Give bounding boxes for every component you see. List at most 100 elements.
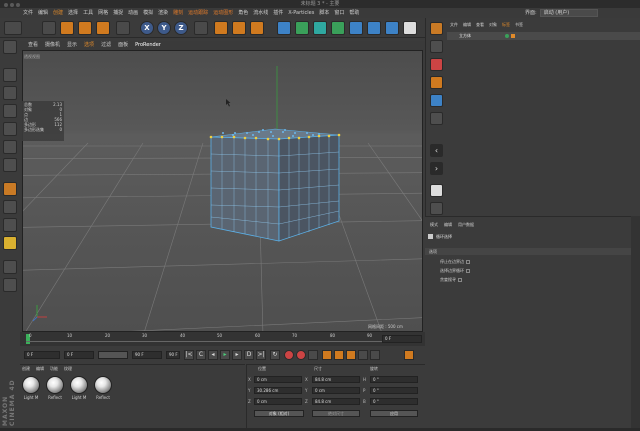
edges-mode-icon[interactable]: [3, 140, 17, 154]
mat-menu-function[interactable]: 功能: [50, 366, 58, 372]
loop-icon[interactable]: ↻: [270, 350, 280, 360]
menu-sculpt[interactable]: 雕刻: [173, 8, 183, 18]
menu-xparticles[interactable]: X-Particles: [288, 8, 314, 18]
rotation-h-field[interactable]: 0 °: [370, 376, 418, 383]
vp-menu-prorender[interactable]: ProRender: [135, 41, 161, 50]
live-selection-icon[interactable]: [42, 21, 56, 35]
timeline-ruler[interactable]: 0 10 20 30 40 50 60 70 80 90 0 F: [20, 332, 425, 346]
x-axis-lock-icon[interactable]: X: [140, 21, 154, 35]
obj-menu-tags[interactable]: 标签: [502, 22, 510, 28]
grid-icon[interactable]: [430, 202, 443, 215]
options-section[interactable]: 选项: [425, 248, 640, 255]
current-frame-field[interactable]: 0 F: [24, 351, 60, 359]
menu-file[interactable]: 文件: [23, 8, 33, 18]
render-picture-viewer-icon[interactable]: [232, 21, 246, 35]
material-swatch[interactable]: Reflect: [44, 376, 66, 406]
vp-menu-options[interactable]: 选项: [84, 41, 94, 50]
layout-dropdown[interactable]: 启动 (用户): [539, 9, 598, 17]
menu-select[interactable]: 选择: [68, 8, 78, 18]
vp-menu-cameras[interactable]: 摄像机: [45, 41, 60, 50]
attr-menu-userdata[interactable]: 用户数据: [458, 222, 474, 228]
spline-icon[interactable]: [349, 21, 363, 35]
tool-icon[interactable]: [430, 40, 443, 53]
vp-menu-filter[interactable]: 过滤: [101, 41, 111, 50]
coord-mode-dropdown[interactable]: 对象 (相对): [254, 410, 304, 417]
menu-animate[interactable]: 动画: [128, 8, 138, 18]
snap-icon[interactable]: [3, 236, 17, 250]
menu-render[interactable]: 渲染: [158, 8, 168, 18]
size-mode-dropdown[interactable]: 绝对尺寸: [312, 410, 360, 417]
obj-menu-file[interactable]: 文件: [450, 22, 458, 28]
keyframe-selection-icon[interactable]: [308, 350, 318, 360]
goto-end-icon[interactable]: >|: [256, 350, 266, 360]
undo-icon[interactable]: [4, 21, 22, 35]
effector-icon[interactable]: [331, 21, 345, 35]
menu-motion-tracking[interactable]: 运动跟踪: [188, 8, 208, 18]
key-scale-icon[interactable]: [334, 350, 344, 360]
checkbox[interactable]: [458, 278, 462, 282]
record-icon[interactable]: [284, 350, 294, 360]
position-y-field[interactable]: 30.286 cm: [254, 387, 302, 394]
move-icon[interactable]: [60, 21, 74, 35]
material-swatch[interactable]: Light M: [20, 376, 42, 406]
menu-character[interactable]: 角色: [238, 8, 248, 18]
position-x-field[interactable]: 0 cm: [254, 376, 302, 383]
obj-menu-objects[interactable]: 对象: [489, 22, 497, 28]
play-icon[interactable]: ▸: [220, 350, 230, 360]
menu-tools[interactable]: 工具: [83, 8, 93, 18]
object-row-cube[interactable]: 立方体: [447, 32, 640, 40]
mat-menu-texture[interactable]: 纹理: [64, 366, 72, 372]
camera-icon[interactable]: [385, 21, 399, 35]
deformer-icon[interactable]: [313, 21, 327, 35]
key-rotation-icon[interactable]: [346, 350, 356, 360]
material-swatch[interactable]: Light M: [68, 376, 90, 406]
attr-menu-mode[interactable]: 模式: [430, 222, 438, 228]
next-key-icon[interactable]: D: [244, 350, 254, 360]
view-tool-icon[interactable]: [430, 94, 443, 107]
apply-button[interactable]: 应用: [370, 410, 418, 417]
solo-icon[interactable]: [3, 218, 17, 232]
preview-end-field[interactable]: 90 F: [166, 351, 180, 359]
key-position-icon[interactable]: [322, 350, 332, 360]
prev-key-icon[interactable]: C: [196, 350, 206, 360]
floor-icon[interactable]: [367, 21, 381, 35]
document-icon[interactable]: [430, 184, 443, 197]
menu-script[interactable]: 脚本: [319, 8, 329, 18]
menu-create[interactable]: 创建: [53, 8, 63, 18]
menu-window[interactable]: 窗口: [334, 8, 344, 18]
scale-icon[interactable]: [78, 21, 92, 35]
viewport[interactable]: [22, 50, 423, 332]
y-axis-lock-icon[interactable]: Y: [157, 21, 171, 35]
chevron-left-icon[interactable]: ‹: [430, 144, 443, 157]
mat-menu-create[interactable]: 创建: [22, 366, 30, 372]
texture-mode-icon[interactable]: [3, 86, 17, 100]
phong-tag-icon[interactable]: [511, 34, 515, 38]
render-view-icon[interactable]: [214, 21, 228, 35]
light-icon[interactable]: [403, 21, 417, 35]
model-mode-icon[interactable]: [3, 68, 17, 82]
chevron-right-icon[interactable]: ›: [430, 162, 443, 175]
obj-menu-edit[interactable]: 编辑: [463, 22, 471, 28]
key-pla-icon[interactable]: [370, 350, 380, 360]
menu-mesh[interactable]: 网格: [98, 8, 108, 18]
goto-start-icon[interactable]: |<: [184, 350, 194, 360]
mat-menu-edit[interactable]: 编辑: [36, 366, 44, 372]
prev-frame-icon[interactable]: ◂: [208, 350, 218, 360]
menu-help[interactable]: 帮助: [349, 8, 359, 18]
checkbox[interactable]: [466, 269, 470, 273]
layer-icon[interactable]: [430, 112, 443, 125]
polygons-mode-icon[interactable]: [3, 158, 17, 172]
option-select-boundary-loop[interactable]: 选择边界循环: [440, 268, 470, 274]
vp-menu-panel[interactable]: 面板: [118, 41, 128, 50]
rotate-icon[interactable]: [96, 21, 110, 35]
workplane-grid-icon[interactable]: [3, 260, 17, 274]
checkbox[interactable]: [466, 260, 470, 264]
make-editable-icon[interactable]: [3, 40, 17, 54]
start-frame-field[interactable]: 0 F: [64, 351, 94, 359]
timeline-options-icon[interactable]: [404, 350, 414, 360]
rotation-p-field[interactable]: 0 °: [370, 387, 418, 394]
end-frame-field[interactable]: 90 F: [132, 351, 162, 359]
object-tool-icon[interactable]: [430, 22, 443, 35]
key-parameter-icon[interactable]: [358, 350, 368, 360]
render-settings-icon[interactable]: [250, 21, 264, 35]
